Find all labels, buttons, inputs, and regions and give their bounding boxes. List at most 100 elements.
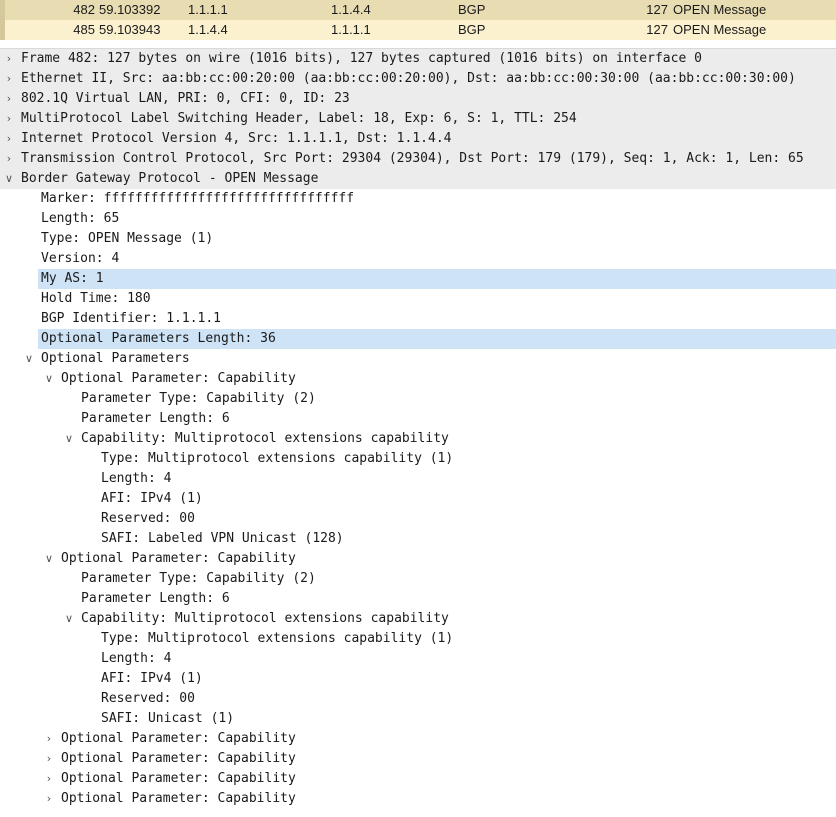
tree-row[interactable]: › 802.1Q Virtual LAN, PRI: 0, CFI: 0, ID:… [0, 89, 836, 109]
tree-row-label: Parameter Type: Capability (2) [81, 391, 316, 406]
tree-row-label: Optional Parameters [41, 351, 190, 366]
tree-row[interactable]: ∨ Border Gateway Protocol - OPEN Message [0, 169, 836, 189]
tree-row-label: Parameter Length: 6 [81, 591, 230, 606]
tree-row[interactable]: Length: 65 [0, 209, 836, 229]
tree-row-label: SAFI: Unicast (1) [101, 711, 235, 726]
tree-row[interactable]: › Internet Protocol Version 4, Src: 1.1.1… [0, 129, 836, 149]
packet-details-tree: › Frame 482: 127 bytes on wire (1016 bits… [0, 48, 836, 809]
tree-row[interactable]: Parameter Type: Capability (2) [0, 389, 836, 409]
tree-row[interactable]: Optional Parameters Length: 36 [0, 329, 836, 349]
chevron-right-icon[interactable]: › [2, 69, 16, 89]
chevron-right-icon[interactable]: › [42, 729, 56, 749]
packet-info: OPEN Message [673, 22, 767, 37]
chevron-right-icon[interactable]: › [42, 789, 56, 809]
packet-protocol: BGP [458, 2, 486, 17]
tree-row[interactable]: SAFI: Labeled VPN Unicast (128) [0, 529, 836, 549]
chevron-right-icon[interactable]: › [2, 149, 16, 169]
tree-row[interactable]: Hold Time: 180 [0, 289, 836, 309]
tree-row[interactable]: ∨ Optional Parameter: Capability [0, 549, 836, 569]
tree-row-label: Ethernet II, Src: aa:bb:cc:00:20:00 (aa:… [21, 71, 796, 86]
tree-row[interactable]: Version: 4 [0, 249, 836, 269]
tree-row[interactable]: ∨ Optional Parameters [0, 349, 836, 369]
tree-row[interactable]: › Ethernet II, Src: aa:bb:cc:00:20:00 (aa… [0, 69, 836, 89]
packet-time: 59.103943 [99, 22, 161, 37]
chevron-right-icon[interactable]: › [42, 769, 56, 789]
tree-row-label: SAFI: Labeled VPN Unicast (128) [101, 531, 344, 546]
tree-row[interactable]: Length: 4 [0, 649, 836, 669]
tree-row[interactable]: › Transmission Control Protocol, Src Port… [0, 149, 836, 169]
tree-row-label: BGP Identifier: 1.1.1.1 [41, 311, 222, 326]
tree-row-label: Optional Parameter: Capability [61, 731, 296, 746]
chevron-down-icon[interactable]: ∨ [62, 609, 76, 629]
tree-row[interactable]: Length: 4 [0, 469, 836, 489]
tree-row-label: Type: Multiprotocol extensions capabilit… [101, 451, 454, 466]
chevron-down-icon[interactable]: ∨ [22, 349, 36, 369]
tree-row[interactable]: › Optional Parameter: Capability [0, 729, 836, 749]
chevron-right-icon[interactable]: › [42, 749, 56, 769]
chevron-right-icon[interactable]: › [2, 109, 16, 129]
tree-row-label: Optional Parameters Length: 36 [41, 331, 276, 346]
chevron-right-icon[interactable]: › [2, 129, 16, 149]
packet-row[interactable]: 482 59.103392 1.1.1.1 1.1.4.4 BGP 127 OP… [0, 0, 836, 20]
tree-row[interactable]: Parameter Type: Capability (2) [0, 569, 836, 589]
tree-row-label: Internet Protocol Version 4, Src: 1.1.1.… [21, 131, 452, 146]
tree-row[interactable]: › Optional Parameter: Capability [0, 789, 836, 809]
packet-number: 482 [73, 2, 95, 17]
chevron-down-icon[interactable]: ∨ [42, 549, 56, 569]
tree-row-label: Parameter Length: 6 [81, 411, 230, 426]
tree-row-label: Optional Parameter: Capability [61, 551, 296, 566]
tree-row[interactable]: Type: OPEN Message (1) [0, 229, 836, 249]
tree-row[interactable]: Marker: ffffffffffffffffffffffffffffffff [0, 189, 836, 209]
tree-row-label: Optional Parameter: Capability [61, 751, 296, 766]
chevron-down-icon[interactable]: ∨ [42, 369, 56, 389]
tree-row[interactable]: ∨ Capability: Multiprotocol extensions ca… [0, 429, 836, 449]
tree-row[interactable]: Reserved: 00 [0, 689, 836, 709]
tree-row[interactable]: › Frame 482: 127 bytes on wire (1016 bits… [0, 48, 836, 69]
tree-row[interactable]: BGP Identifier: 1.1.1.1 [0, 309, 836, 329]
tree-row-label: Border Gateway Protocol - OPEN Message [21, 171, 319, 186]
tree-row-label: Reserved: 00 [101, 691, 195, 706]
tree-row-label: Type: OPEN Message (1) [41, 231, 214, 246]
tree-row[interactable]: AFI: IPv4 (1) [0, 669, 836, 689]
packet-number: 485 [73, 22, 95, 37]
tree-row-label: Optional Parameter: Capability [61, 771, 296, 786]
tree-row-label: Transmission Control Protocol, Src Port:… [21, 151, 804, 166]
tree-row[interactable]: Parameter Length: 6 [0, 589, 836, 609]
tree-row-label: My AS: 1 [41, 271, 104, 286]
chevron-down-icon[interactable]: ∨ [62, 429, 76, 449]
tree-row-label: Length: 4 [101, 651, 172, 666]
tree-row[interactable]: ∨ Capability: Multiprotocol extensions ca… [0, 609, 836, 629]
tree-row-label: 802.1Q Virtual LAN, PRI: 0, CFI: 0, ID: … [21, 91, 350, 106]
tree-row[interactable]: Parameter Length: 6 [0, 409, 836, 429]
chevron-down-icon[interactable]: ∨ [2, 169, 16, 189]
tree-row[interactable]: ∨ Optional Parameter: Capability [0, 369, 836, 389]
tree-row[interactable]: Type: Multiprotocol extensions capabilit… [0, 629, 836, 649]
tree-row[interactable]: AFI: IPv4 (1) [0, 489, 836, 509]
tree-row[interactable]: Reserved: 00 [0, 509, 836, 529]
tree-row-label: Parameter Type: Capability (2) [81, 571, 316, 586]
packet-length: 127 [646, 2, 668, 17]
tree-row-label: Length: 65 [41, 211, 120, 226]
packet-row[interactable]: 485 59.103943 1.1.4.4 1.1.1.1 BGP 127 OP… [0, 20, 836, 40]
packet-destination: 1.1.4.4 [331, 2, 371, 17]
tree-row[interactable]: Type: Multiprotocol extensions capabilit… [0, 449, 836, 469]
packet-source: 1.1.4.4 [188, 22, 228, 37]
tree-row-label: Capability: Multiprotocol extensions cap… [81, 611, 449, 626]
row-marker [0, 20, 5, 40]
tree-row[interactable]: › MultiProtocol Label Switching Header, L… [0, 109, 836, 129]
packet-destination: 1.1.1.1 [331, 22, 371, 37]
chevron-right-icon[interactable]: › [2, 49, 16, 69]
tree-row[interactable]: My AS: 1 [0, 269, 836, 289]
tree-row[interactable]: › Optional Parameter: Capability [0, 769, 836, 789]
tree-row-label: Reserved: 00 [101, 511, 195, 526]
tree-row[interactable]: › Optional Parameter: Capability [0, 749, 836, 769]
tree-row-label: MultiProtocol Label Switching Header, La… [21, 111, 577, 126]
tree-row[interactable]: SAFI: Unicast (1) [0, 709, 836, 729]
chevron-right-icon[interactable]: › [2, 89, 16, 109]
tree-row-label: AFI: IPv4 (1) [101, 671, 203, 686]
selected-field-highlight [38, 269, 836, 289]
tree-row-label: Length: 4 [101, 471, 172, 486]
row-marker [0, 0, 5, 20]
packet-protocol: BGP [458, 22, 486, 37]
tree-row-label: Type: Multiprotocol extensions capabilit… [101, 631, 454, 646]
